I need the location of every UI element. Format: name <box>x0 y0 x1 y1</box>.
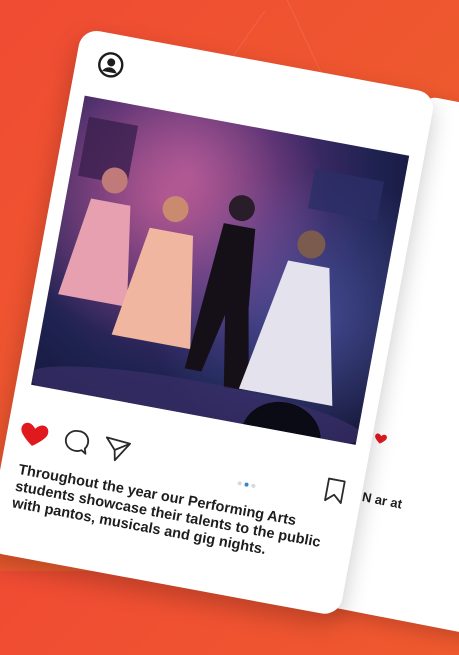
carousel-indicator <box>236 472 260 494</box>
bookmark-icon[interactable] <box>322 476 348 506</box>
carousel-dot[interactable] <box>237 481 242 486</box>
next-post-caption: N ar at <box>360 489 404 512</box>
comment-bubble-icon[interactable] <box>60 426 93 459</box>
heart-icon <box>375 433 387 444</box>
stage-performance-image <box>31 95 410 445</box>
send-icon[interactable] <box>99 433 134 466</box>
heart-icon[interactable] <box>15 415 54 453</box>
user-circle-icon[interactable] <box>96 50 126 80</box>
carousel-dot-active[interactable] <box>244 482 249 487</box>
carousel-dot[interactable] <box>251 483 256 489</box>
post-photo[interactable] <box>31 95 410 445</box>
